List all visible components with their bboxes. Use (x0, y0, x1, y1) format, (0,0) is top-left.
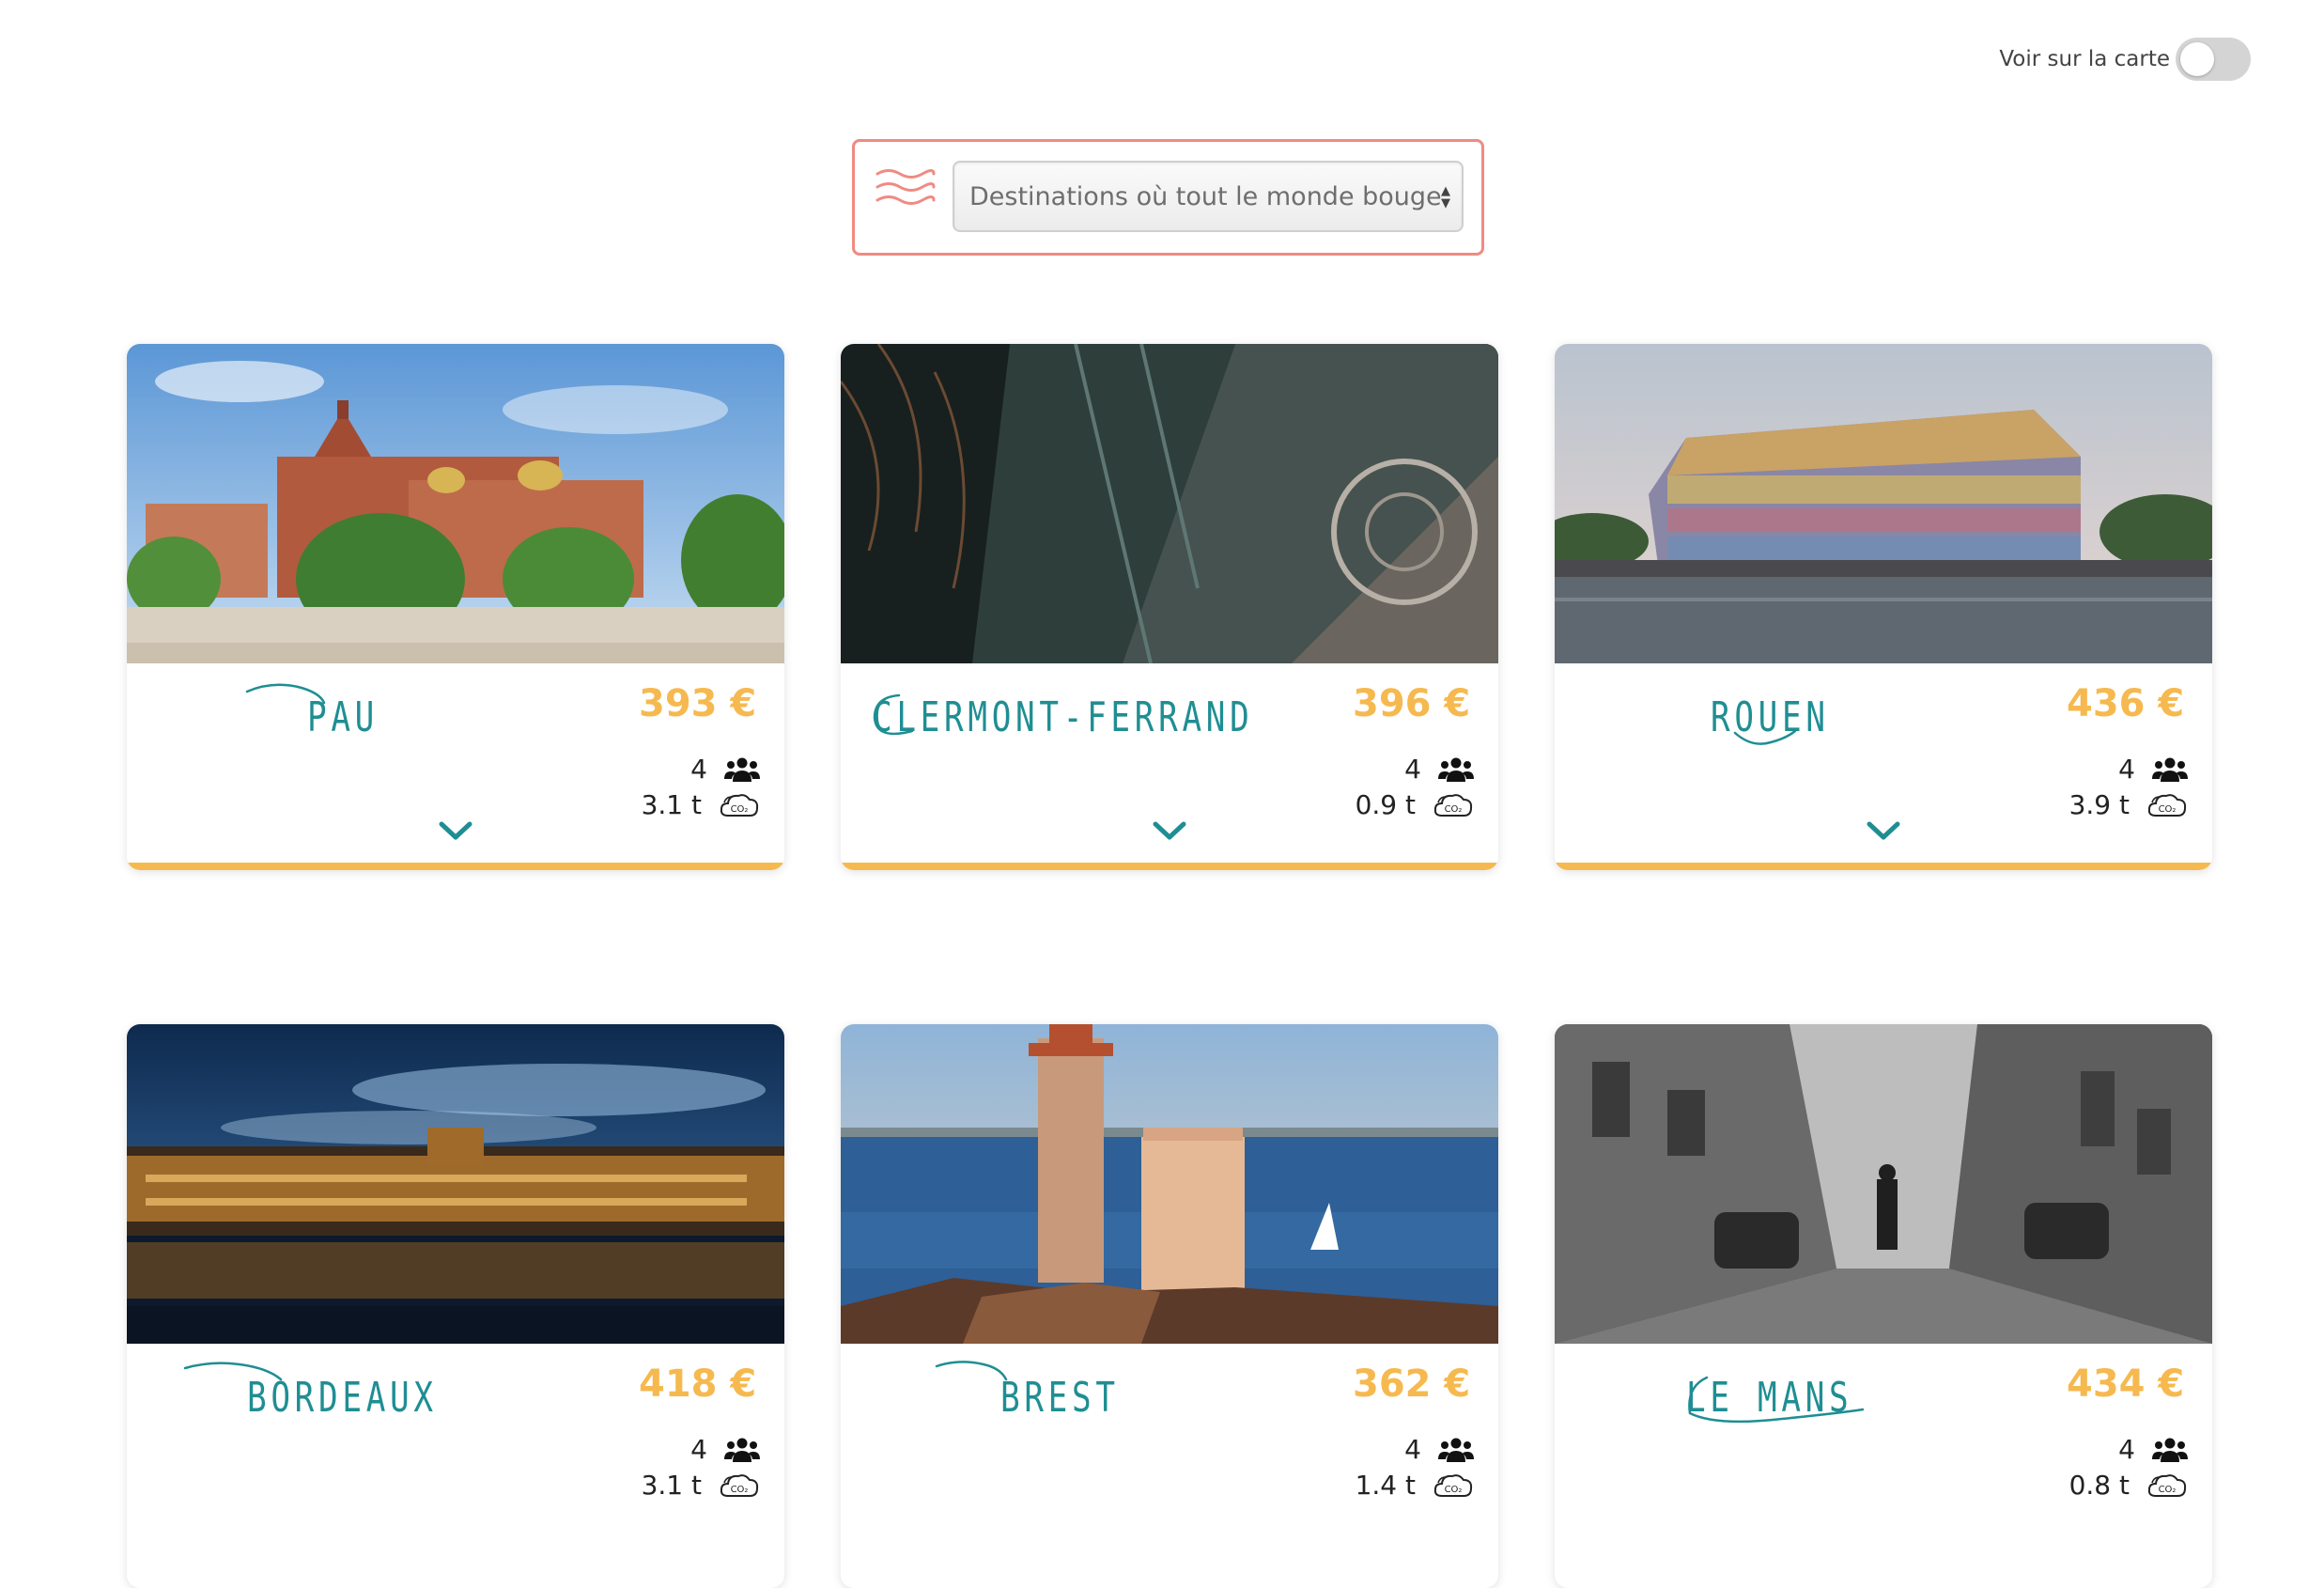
co2-amount: 1.4 t (1355, 1470, 1416, 1501)
destination-photo (127, 344, 784, 663)
card-accent-bar (127, 863, 784, 870)
destination-filter: Destinations où tout le monde bouge ▲ ▼ (852, 139, 1484, 256)
co2-amount: 3.1 t (641, 1470, 702, 1501)
map-toggle-label: Voir sur la carte (1999, 47, 2170, 71)
travellers-stat: 4 (690, 754, 760, 785)
travellers-count: 4 (2118, 754, 2135, 785)
travellers-count: 4 (690, 754, 707, 785)
destination-photo (1555, 344, 2212, 663)
users-group-icon (2152, 756, 2188, 783)
city-swash-decoration (935, 1361, 1008, 1381)
chevron-down-icon[interactable] (1867, 821, 1900, 842)
map-toggle-switch[interactable] (2176, 38, 2251, 81)
destination-city: CLERMONT-FERRAND (873, 693, 1254, 741)
co2-amount: 0.9 t (1355, 789, 1416, 820)
filter-selected-value: Destinations où tout le monde bouge (969, 181, 1442, 211)
city-swash-decoration (1733, 729, 1797, 745)
chevron-down-icon[interactable] (439, 821, 473, 842)
destination-filter-select[interactable]: Destinations où tout le monde bouge ▲ ▼ (953, 161, 1464, 232)
destination-card-body: BREST 362 € 4 1.4 t (841, 1344, 1498, 1550)
destination-card-pau[interactable]: PAU 393 € 4 3.1 t (127, 344, 784, 870)
map-toggle[interactable]: Voir sur la carte (1999, 38, 2251, 81)
travellers-stat: 4 (1404, 754, 1474, 785)
destination-price: 362 € (1353, 1362, 1471, 1406)
destination-card-body: CLERMONT-FERRAND 396 € 4 0.9 t (841, 663, 1498, 870)
destination-price: 418 € (639, 1362, 757, 1406)
destination-card-body: ROUEN 436 € 4 3.9 t (1555, 663, 2212, 870)
destination-city: PAU (307, 693, 380, 741)
destination-photo (841, 344, 1498, 663)
travellers-count: 4 (1404, 754, 1421, 785)
destination-card-clermont-ferrand[interactable]: CLERMONT-FERRAND 396 € 4 0.9 t (841, 344, 1498, 870)
chevron-down-icon[interactable] (1153, 821, 1186, 842)
co2-cloud-icon (2146, 791, 2188, 819)
co2-amount: 3.1 t (641, 789, 702, 820)
destination-city: BORDEAUX (247, 1374, 438, 1422)
card-accent-bar (1555, 863, 2212, 870)
destination-price: 393 € (639, 682, 757, 725)
destination-card-body: BORDEAUX 418 € 4 3.1 t (127, 1344, 784, 1550)
users-group-icon (724, 756, 760, 783)
co2-stat: 3.1 t (642, 1470, 760, 1501)
co2-cloud-icon (719, 791, 760, 819)
co2-stat: 3.1 t (642, 789, 760, 820)
travellers-count: 4 (690, 1434, 707, 1465)
travellers-stat: 4 (690, 1434, 760, 1465)
destination-card-bordeaux[interactable]: BORDEAUX 418 € 4 3.1 t (127, 1024, 784, 1588)
destination-photo (841, 1024, 1498, 1344)
destination-card-body: PAU 393 € 4 3.1 t (127, 663, 784, 870)
travellers-stat: 4 (1404, 1434, 1474, 1465)
wave-icon (875, 169, 936, 205)
switch-knob (2180, 42, 2214, 76)
destination-price: 434 € (2067, 1362, 2185, 1406)
co2-stat: 1.4 t (1356, 1470, 1474, 1501)
co2-cloud-icon (2146, 1471, 2188, 1500)
destination-card-brest[interactable]: BREST 362 € 4 1.4 t (841, 1024, 1498, 1588)
co2-stat: 3.9 t (2069, 789, 2188, 820)
destination-card-rouen[interactable]: ROUEN 436 € 4 3.9 t (1555, 344, 2212, 870)
travellers-stat: 4 (2118, 1434, 2188, 1465)
destination-city: BREST (1000, 1374, 1120, 1422)
destination-card-le-mans[interactable]: LE MANS 434 € 4 0.8 t (1555, 1024, 2212, 1588)
co2-amount: 3.9 t (2068, 789, 2130, 820)
users-group-icon (1438, 756, 1474, 783)
destination-price: 396 € (1353, 682, 1471, 725)
destination-photo (127, 1024, 784, 1344)
co2-cloud-icon (719, 1471, 760, 1500)
card-accent-bar (841, 863, 1498, 870)
travellers-count: 4 (2118, 1434, 2135, 1465)
travellers-stat: 4 (2118, 754, 2188, 785)
destination-price: 436 € (2067, 682, 2185, 725)
co2-amount: 0.8 t (2068, 1470, 2130, 1501)
travellers-count: 4 (1404, 1434, 1421, 1465)
users-group-icon (2152, 1437, 2188, 1463)
select-arrows-icon: ▲ ▼ (1441, 184, 1450, 210)
city-swash-decoration (1688, 1376, 1865, 1424)
co2-cloud-icon (1433, 1471, 1474, 1500)
co2-stat: 0.8 t (2069, 1470, 2188, 1501)
users-group-icon (1438, 1437, 1474, 1463)
co2-stat: 0.9 t (1356, 789, 1474, 820)
co2-cloud-icon (1433, 791, 1474, 819)
destination-photo (1555, 1024, 2212, 1344)
users-group-icon (724, 1437, 760, 1463)
destination-card-body: LE MANS 434 € 4 0.8 t (1555, 1344, 2212, 1550)
